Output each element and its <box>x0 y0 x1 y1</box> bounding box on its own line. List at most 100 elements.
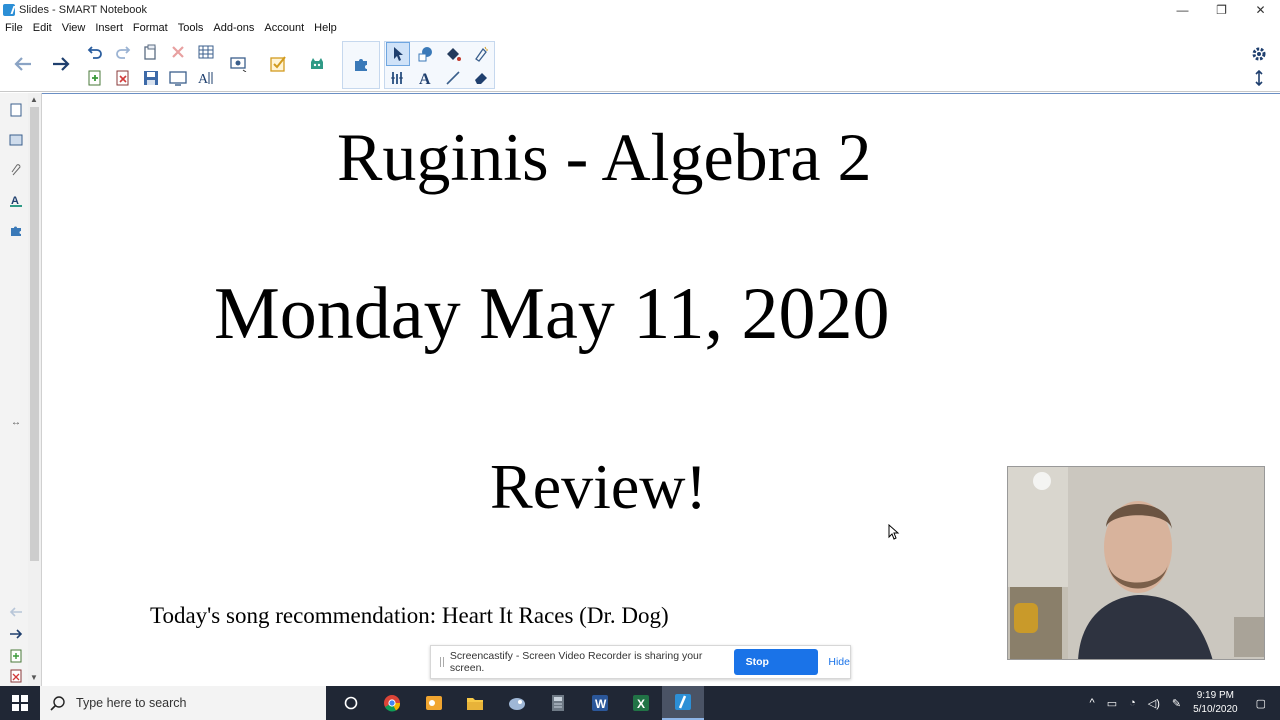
cortana-icon[interactable] <box>330 686 372 720</box>
screencastify-share-bar: Screencastify - Screen Video Recorder is… <box>430 645 851 694</box>
side-tabs: A ↔ ▲ ▼ <box>0 93 42 686</box>
outlook-icon[interactable] <box>413 686 455 720</box>
title-bar: Slides - SMART Notebook — ❐ ✕ <box>0 0 1280 20</box>
delete-icon[interactable] <box>166 40 190 64</box>
menu-view[interactable]: View <box>57 20 91 36</box>
photo-app-icon[interactable] <box>496 686 538 720</box>
menu-format[interactable]: Format <box>128 20 173 36</box>
smart-notebook-taskbar-icon[interactable] <box>662 686 704 720</box>
settings-gear-icon[interactable] <box>1247 42 1271 66</box>
webcam-overlay <box>1007 466 1265 660</box>
next-page-icon[interactable] <box>49 52 73 76</box>
menu-bar: File Edit View Insert Format Tools Add-o… <box>0 20 342 36</box>
file-explorer-icon[interactable] <box>455 686 497 720</box>
share-message: Screencastify - Screen Video Recorder is… <box>449 650 703 674</box>
sidebar-delete-page-icon[interactable] <box>7 667 25 685</box>
show-hidden-icons-icon[interactable]: ^ <box>1090 697 1095 709</box>
chrome-icon[interactable] <box>372 686 414 720</box>
hide-share-bar-link[interactable]: Hide <box>828 656 850 668</box>
fill-icon[interactable] <box>441 42 465 66</box>
text-recognition-icon[interactable]: A <box>194 66 218 90</box>
pen-ink-icon[interactable]: ✎ <box>1172 697 1181 710</box>
paste-icon[interactable] <box>139 40 163 64</box>
menu-tools[interactable]: Tools <box>173 20 209 36</box>
svg-text:X: X <box>637 697 645 711</box>
move-toolbar-icon[interactable] <box>1247 66 1271 90</box>
activity-builder-icon[interactable] <box>266 52 290 76</box>
svg-text:A: A <box>419 71 431 86</box>
excel-icon[interactable]: X <box>621 686 663 720</box>
system-tray: ^ ▭ ◔ ◁) ✎ 9:19 PM 5/10/2020 ▢ <box>1084 686 1280 720</box>
search-icon <box>50 696 65 711</box>
drag-handle-icon[interactable] <box>440 657 444 667</box>
taskbar-clock[interactable]: 9:19 PM 5/10/2020 <box>1193 689 1238 717</box>
taskbar-apps: W X <box>330 686 704 720</box>
display-icon[interactable] <box>226 52 250 76</box>
add-page-icon[interactable] <box>83 66 107 90</box>
taskbar-search-box[interactable]: Type here to search <box>40 686 326 720</box>
redo-icon[interactable] <box>111 40 135 64</box>
slide-title[interactable]: Ruginis - Algebra 2 <box>337 118 872 197</box>
screen-shade-icon[interactable] <box>166 66 190 90</box>
sidebar-add-page-icon[interactable] <box>7 647 25 665</box>
svg-text:A: A <box>198 72 209 86</box>
wifi-icon[interactable]: ◔ <box>1129 697 1136 709</box>
notifications-icon[interactable]: ▢ <box>1256 697 1266 710</box>
attachments-icon[interactable] <box>7 161 25 179</box>
magic-pen-icon[interactable] <box>469 42 493 66</box>
save-icon[interactable] <box>139 66 163 90</box>
select-pointer-icon[interactable] <box>386 42 410 66</box>
slide-review[interactable]: Review! <box>490 450 707 524</box>
slide-date[interactable]: Monday May 11, 2020 <box>214 272 890 357</box>
clock-time: 9:19 PM <box>1196 690 1234 701</box>
minimize-button[interactable]: — <box>1163 0 1202 20</box>
shapes-icon[interactable] <box>413 42 437 66</box>
slide-song-recommendation[interactable]: Today's song recommendation: Heart It Ra… <box>150 603 669 629</box>
battery-icon[interactable]: ▭ <box>1107 697 1117 710</box>
table-icon[interactable] <box>194 40 218 64</box>
addons-side-icon[interactable] <box>7 221 25 239</box>
eraser-icon[interactable] <box>469 66 493 90</box>
menu-addons[interactable]: Add-ons <box>208 20 259 36</box>
clock-date: 5/10/2020 <box>1193 704 1238 715</box>
scroll-down-icon[interactable]: ▼ <box>30 673 38 682</box>
webcam-feed-image <box>1008 467 1264 659</box>
scrollbar-thumb[interactable] <box>30 107 39 561</box>
mouse-cursor-icon <box>888 523 900 545</box>
restore-button[interactable]: ❐ <box>1202 0 1241 20</box>
smart-notebook-window: Slides - SMART Notebook — ❐ ✕ File Edit … <box>0 0 1280 694</box>
word-icon[interactable]: W <box>579 686 621 720</box>
start-button[interactable] <box>0 686 40 720</box>
pens-icon[interactable] <box>386 66 410 90</box>
undo-icon[interactable] <box>83 40 107 64</box>
menu-edit[interactable]: Edit <box>28 20 57 36</box>
scroll-up-icon[interactable]: ▲ <box>30 95 38 104</box>
volume-icon[interactable]: ◁) <box>1148 697 1160 710</box>
calculator-app-icon[interactable] <box>538 686 580 720</box>
close-button[interactable]: ✕ <box>1241 0 1280 20</box>
delete-page-icon[interactable] <box>111 66 135 90</box>
windows-logo-icon <box>12 695 28 711</box>
menu-account[interactable]: Account <box>259 20 309 36</box>
properties-icon[interactable]: A <box>7 191 25 209</box>
puzzle-addons-icon[interactable] <box>349 52 373 76</box>
line-tool-icon[interactable] <box>441 66 465 90</box>
windows-taskbar: Type here to search W X ^ ▭ ◔ ◁) ✎ 9:19 … <box>0 686 1280 720</box>
smart-notebook-app-icon <box>3 4 15 16</box>
response-monster-icon[interactable] <box>305 52 329 76</box>
svg-text:W: W <box>595 697 607 711</box>
menu-file[interactable]: File <box>0 20 28 36</box>
window-controls: — ❐ ✕ <box>1163 0 1280 20</box>
sidebar-prev-page-icon[interactable] <box>7 603 25 621</box>
main-toolbar: A A <box>0 38 1280 92</box>
window-title: Slides - SMART Notebook <box>19 4 147 16</box>
sidebar-next-page-icon[interactable] <box>7 625 25 643</box>
text-tool-icon[interactable]: A <box>413 66 437 90</box>
stop-sharing-button[interactable]: Stop sharing <box>733 649 819 694</box>
menu-insert[interactable]: Insert <box>90 20 128 36</box>
page-sorter-icon[interactable] <box>7 101 25 119</box>
gallery-icon[interactable] <box>7 131 25 149</box>
menu-help[interactable]: Help <box>309 20 342 36</box>
resize-sidebar-icon[interactable]: ↔ <box>7 413 25 431</box>
previous-page-icon[interactable] <box>11 52 35 76</box>
